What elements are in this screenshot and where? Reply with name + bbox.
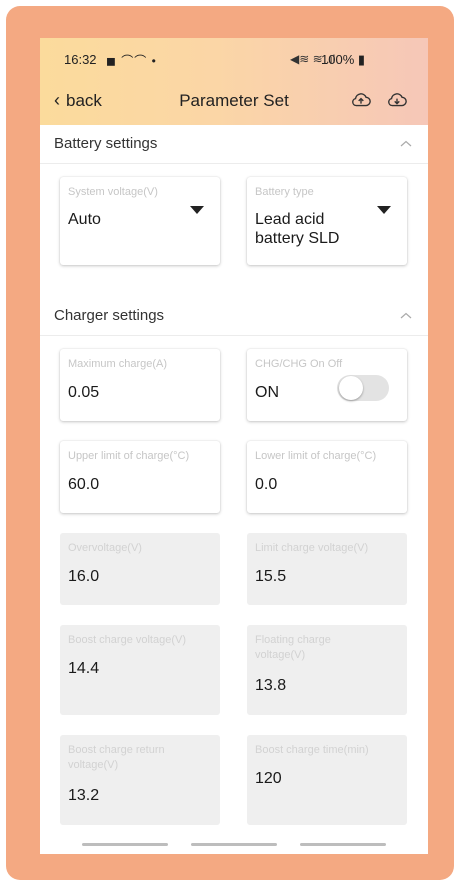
battery-settings-header[interactable]: Battery settings [40,125,428,164]
cloud-download-icon[interactable] [386,89,408,111]
limit-charge-voltage-value: 15.5 [255,568,287,585]
dropdown-arrow-icon[interactable] [377,206,391,214]
upper-limit-label: Upper limit of charge(°C) [68,450,190,462]
floating-charge-voltage-label: Floating charge voltage(V) [255,634,331,661]
upper-limit-value: 60.0 [68,476,100,493]
boost-charge-return-voltage-value: 13.2 [68,787,100,804]
maximum-charge-label: Maximum charge(A) [68,358,168,370]
nav-bar: ‹ back Parameter Set [40,88,428,116]
boost-charge-time-field: Boost charge time(min) 120 [247,735,407,825]
lower-limit-field[interactable]: Lower limit of charge(°C) 0.0 [247,441,407,513]
settings-content[interactable]: Battery settings System voltage(V) Auto … [40,125,428,854]
overvoltage-value: 16.0 [68,568,100,585]
nav-gesture-bar-right [300,843,386,846]
nav-gesture-bar-left [82,843,168,846]
battery-level: 100% ▮ [321,52,366,67]
status-bar: 16:32 ◼ ⌒⌒ • ◀≋ ≋ .ıl 100% ▮ [40,50,428,70]
floating-charge-voltage-value: 13.8 [255,677,287,694]
boost-charge-voltage-label: Boost charge voltage(V) [68,634,187,646]
system-voltage-label: System voltage(V) [68,186,158,198]
nav-gesture-bar-center [191,843,277,846]
battery-settings-title: Battery settings [54,135,158,152]
boost-charge-time-label: Boost charge time(min) [255,744,369,756]
boost-charge-time-value: 120 [255,770,282,787]
charger-settings-body: Maximum charge(A) 0.05 CHG/CHG On Off ON… [40,336,428,854]
system-voltage-select[interactable]: System voltage(V) Auto [60,177,220,265]
toggle-knob [339,376,363,400]
maximum-charge-value: 0.05 [68,384,100,401]
system-voltage-value: Auto [68,211,101,228]
notification-icons: ◼ ⌒⌒ • [106,54,157,68]
charger-settings-title: Charger settings [54,307,165,324]
chg-toggle-switch[interactable] [337,375,389,401]
app-header: 16:32 ◼ ⌒⌒ • ◀≋ ≋ .ıl 100% ▮ ‹ back Param… [40,38,428,125]
battery-type-select[interactable]: Battery type Lead acid battery SLD [247,177,407,265]
chevron-up-icon [400,140,412,147]
battery-settings-body: System voltage(V) Auto Battery type Lead… [40,164,428,297]
boost-charge-return-voltage-label: Boost charge return voltage(V) [68,744,165,771]
boost-charge-voltage-field: Boost charge voltage(V) 14.4 [60,625,220,715]
overvoltage-field: Overvoltage(V) 16.0 [60,533,220,605]
boost-charge-voltage-value: 14.4 [68,660,100,677]
status-time: 16:32 [64,52,97,67]
limit-charge-voltage-field: Limit charge voltage(V) 15.5 [247,533,407,605]
battery-type-value: Lead acid battery SLD [255,211,340,247]
chevron-up-icon [400,312,412,319]
chg-on-off-field: CHG/CHG On Off ON [247,349,407,421]
lower-limit-value: 0.0 [255,476,278,493]
maximum-charge-field[interactable]: Maximum charge(A) 0.05 [60,349,220,421]
phone-screen: 16:32 ◼ ⌒⌒ • ◀≋ ≋ .ıl 100% ▮ ‹ back Param… [40,38,428,854]
cloud-upload-icon[interactable] [350,89,372,111]
upper-limit-field[interactable]: Upper limit of charge(°C) 60.0 [60,441,220,513]
charger-settings-header[interactable]: Charger settings [40,297,428,336]
battery-type-label: Battery type [255,186,314,198]
battery-icon: ▮ [354,52,366,67]
lower-limit-label: Lower limit of charge(°C) [255,450,377,462]
chg-on-off-label: CHG/CHG On Off [255,358,343,370]
floating-charge-voltage-field: Floating charge voltage(V) 13.8 [247,625,407,715]
dropdown-arrow-icon[interactable] [190,206,204,214]
overvoltage-label: Overvoltage(V) [68,542,142,554]
limit-charge-voltage-label: Limit charge voltage(V) [255,542,369,554]
boost-charge-return-voltage-field: Boost charge return voltage(V) 13.2 [60,735,220,825]
